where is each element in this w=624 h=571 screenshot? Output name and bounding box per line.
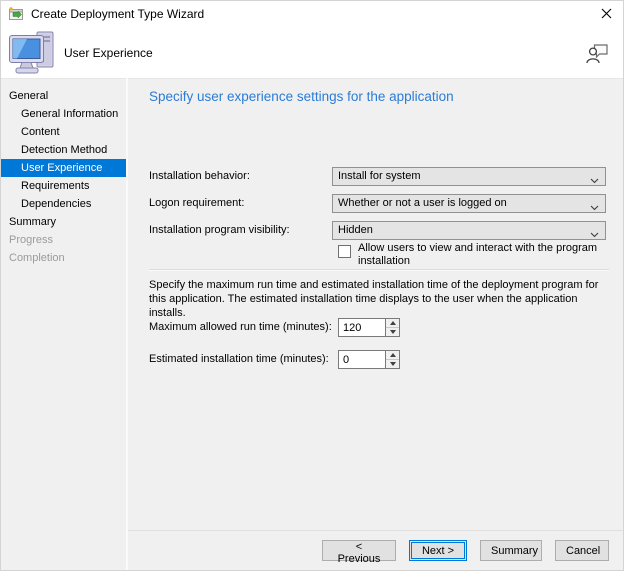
spinner-up-icon[interactable] [386, 319, 399, 328]
main-content: Specify user experience settings for the… [128, 78, 623, 570]
sidebar-item-general[interactable]: General [1, 87, 126, 105]
sidebar-item-user-experience[interactable]: User Experience [1, 159, 126, 177]
program-visibility-value: Hidden [338, 224, 373, 236]
estimated-install-time-label: Estimated installation time (minutes): [149, 350, 329, 368]
cancel-button[interactable]: Cancel [555, 540, 609, 561]
create-deployment-type-wizard-window: Create Deployment Type Wizard [0, 0, 624, 571]
window-title: Create Deployment Type Wizard [31, 1, 204, 28]
allow-interact-checkbox[interactable] [338, 245, 351, 258]
summary-button[interactable]: Summary [480, 540, 542, 561]
spinner-up-icon[interactable] [386, 351, 399, 360]
wizard-steps-sidebar: General General Information Content Dete… [1, 78, 126, 570]
close-icon [601, 7, 612, 22]
spinner-down-icon[interactable] [386, 360, 399, 368]
max-run-time-spinner [338, 318, 400, 337]
next-button[interactable]: Next > [409, 540, 467, 561]
title-bar: Create Deployment Type Wizard [1, 1, 623, 28]
wizard-page-header: User Experience [1, 28, 623, 78]
wizard-window-icon [8, 6, 24, 22]
spinner-buttons [385, 350, 400, 369]
estimated-install-time-spinner [338, 350, 400, 369]
estimated-install-time-input[interactable] [338, 350, 385, 369]
section-divider [149, 269, 609, 271]
page-header-title: User Experience [64, 28, 153, 78]
logon-requirement-label: Logon requirement: [149, 194, 244, 212]
logon-requirement-value: Whether or not a user is logged on [338, 197, 507, 209]
previous-button[interactable]: < Previous [322, 540, 396, 561]
sidebar-item-summary[interactable]: Summary [1, 213, 126, 231]
spinner-buttons [385, 318, 400, 337]
program-visibility-label: Installation program visibility: [149, 221, 290, 239]
max-run-time-label: Maximum allowed run time (minutes): [149, 318, 332, 336]
sidebar-item-detection-method[interactable]: Detection Method [1, 141, 126, 159]
installation-behavior-select[interactable]: Install for system [332, 167, 606, 186]
sidebar-item-requirements[interactable]: Requirements [1, 177, 126, 195]
installation-behavior-label: Installation behavior: [149, 167, 250, 185]
runtime-note: Specify the maximum run time and estimat… [149, 278, 611, 320]
wizard-footer: < Previous Next > Summary Cancel [128, 530, 623, 570]
sidebar-item-content[interactable]: Content [1, 123, 126, 141]
sidebar-item-completion: Completion [1, 249, 126, 267]
logon-requirement-select[interactable]: Whether or not a user is logged on [332, 194, 606, 213]
page-title: Specify user experience settings for the… [149, 89, 454, 104]
program-visibility-select[interactable]: Hidden [332, 221, 606, 240]
chevron-down-icon [590, 173, 599, 190]
spinner-down-icon[interactable] [386, 328, 399, 336]
close-button[interactable] [589, 1, 623, 28]
sidebar-item-dependencies[interactable]: Dependencies [1, 195, 126, 213]
sidebar-item-progress: Progress [1, 231, 126, 249]
chevron-down-icon [590, 200, 599, 217]
installation-behavior-value: Install for system [338, 170, 421, 182]
computer-icon [9, 31, 57, 80]
user-experience-badge-icon [585, 41, 610, 71]
footer-button-row: < Previous Next > Summary Cancel [322, 540, 609, 561]
max-run-time-input[interactable] [338, 318, 385, 337]
allow-interact-checkbox-label[interactable]: Allow users to view and interact with th… [358, 242, 614, 268]
sidebar-item-general-information[interactable]: General Information [1, 105, 126, 123]
